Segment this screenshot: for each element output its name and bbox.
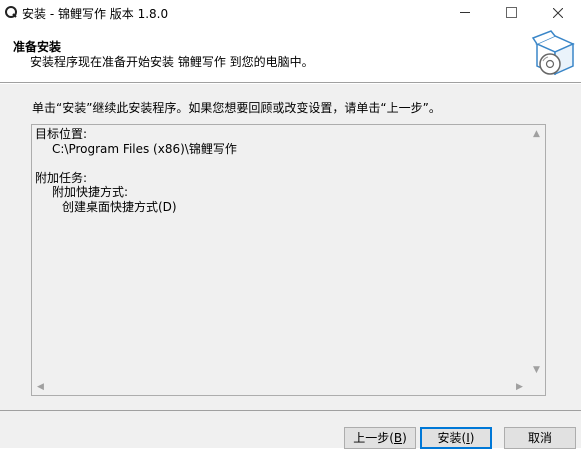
back-button-label-end: ) (402, 431, 407, 445)
back-button-accel: B (393, 431, 403, 445)
maximize-button[interactable] (488, 0, 534, 26)
ready-memo[interactable]: 目标位置: C:\Program Files (x86)\锦鲤写作 ​ 附加任务… (31, 124, 546, 396)
wizard-body: 单击“安装”继续此安装程序。如果您想要回顾或改变设置，请单击“上一步”。 目标位… (0, 84, 581, 410)
instruction-text: 单击“安装”继续此安装程序。如果您想要回顾或改变设置，请单击“上一步”。 (32, 101, 441, 115)
scroll-right-icon[interactable]: ▶ (511, 378, 528, 395)
close-button[interactable] (535, 0, 581, 26)
minimize-icon (460, 12, 470, 13)
cancel-button[interactable]: 取消 (504, 427, 576, 449)
install-button-label-end: ) (469, 431, 475, 445)
vertical-scrollbar[interactable]: ▲ ▼ (528, 125, 545, 378)
memo-line: C:\Program Files (x86)\锦鲤写作 (52, 141, 237, 156)
memo-line: 附加快捷方式: (52, 185, 129, 199)
wizard-footer: 上一步(B) 安装(I) 取消 (0, 411, 581, 449)
back-button[interactable]: 上一步(B) (344, 427, 416, 449)
window-title: 安装 - 锦鲤写作 版本 1.8.0 (22, 7, 169, 21)
memo-line: 附加任务: (35, 170, 88, 185)
memo-line: 创建桌面快捷方式(D) (62, 199, 177, 214)
app-icon (5, 6, 17, 18)
memo-line: 目标位置: (35, 127, 88, 141)
horizontal-scrollbar[interactable]: ◀ ▶ (32, 378, 528, 395)
title-bar: 安装 - 锦鲤写作 版本 1.8.0 (0, 0, 581, 26)
wizard-header: 准备安装 安装程序现在准备开始安装 锦鲤写作 到您的电脑中。 (0, 26, 581, 82)
scroll-corner (528, 378, 545, 395)
memo-line: ​ (35, 156, 527, 171)
back-button-label: 上一步( (353, 431, 394, 445)
maximize-icon (505, 7, 517, 18)
scroll-down-icon[interactable]: ▼ (528, 361, 545, 378)
install-button[interactable]: 安装(I) (420, 427, 492, 449)
memo-content: 目标位置: C:\Program Files (x86)\锦鲤写作 ​ 附加任务… (35, 127, 527, 377)
software-box-disc-icon (531, 30, 575, 76)
scroll-left-icon[interactable]: ◀ (32, 378, 49, 395)
page-subtitle: 安装程序现在准备开始安装 锦鲤写作 到您的电脑中。 (30, 55, 314, 69)
install-button-label: 安装( (437, 431, 467, 445)
minimize-button[interactable] (442, 0, 488, 26)
scroll-up-icon[interactable]: ▲ (528, 125, 545, 142)
close-icon (552, 7, 564, 18)
